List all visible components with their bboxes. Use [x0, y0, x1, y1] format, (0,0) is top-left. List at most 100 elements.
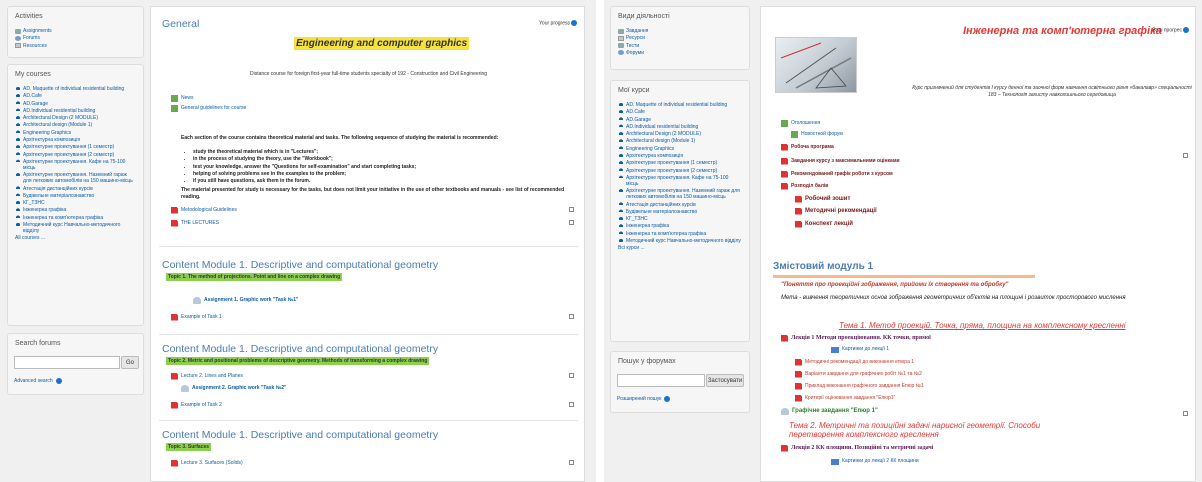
news-forum-link[interactable]: Новостной форум: [791, 130, 843, 138]
completion-checkbox[interactable]: [569, 373, 574, 378]
lectures-link[interactable]: THE LECTURES: [171, 219, 219, 227]
activity-resources[interactable]: Ресурси: [618, 35, 742, 41]
course-link[interactable]: Architectural Design (2 MODULE): [618, 131, 742, 137]
lecture-2-link[interactable]: Лекція 2 КК площини. Позиційні та метрич…: [781, 444, 933, 452]
course-link[interactable]: AD. Maquette of individual residential b…: [15, 86, 136, 92]
lecture-1-method-link[interactable]: Методичні рекомендації до виконання епюр…: [795, 358, 914, 366]
news-link[interactable]: News: [171, 94, 194, 102]
all-courses-link[interactable]: Всі курси ...: [618, 245, 742, 251]
course-link[interactable]: Будівельне матеріалознавство: [15, 193, 136, 199]
completion-checkbox[interactable]: [1183, 153, 1188, 158]
course-link[interactable]: Атестація дистанційних курсів: [618, 202, 742, 208]
lecture-1-link[interactable]: Лекція 1 Методи проекціювання. КК точки,…: [781, 334, 931, 342]
course-link[interactable]: Методичний курс Навчально-методичного ві…: [618, 238, 742, 244]
course-link[interactable]: Архітектурне проектування. Наземний гара…: [618, 188, 742, 200]
course-link[interactable]: Інженерна графіка: [15, 207, 136, 213]
program-link[interactable]: Робоча програма: [781, 143, 834, 151]
schedule-link[interactable]: Рекомендований графік роботи з курсом: [781, 170, 893, 178]
lecture-2-link[interactable]: Lecture 2. Lines and Planes: [171, 372, 243, 380]
course-link[interactable]: КГ_ТЗНС: [618, 216, 742, 222]
search-forums-title: Search forums: [15, 340, 61, 347]
methodological-guidelines-link[interactable]: Metodological Guidelines: [171, 206, 237, 214]
completion-checkbox[interactable]: [569, 220, 574, 225]
course-link[interactable]: Architectural design (Module 1): [15, 122, 136, 128]
workbook-link[interactable]: Робочий зошит: [795, 195, 850, 203]
activity-forums[interactable]: Forums: [15, 35, 136, 41]
lecture-2-images-link[interactable]: Картинки до лекції 2 КК площини: [831, 458, 919, 465]
announcements-link[interactable]: Оголошення: [781, 119, 820, 127]
example-task-2-link[interactable]: Example of Task 2: [171, 401, 222, 409]
help-icon[interactable]: [571, 20, 577, 26]
course-link[interactable]: AD. Maquette of individual residential b…: [618, 102, 742, 108]
search-go-button[interactable]: Go: [121, 356, 139, 369]
completion-checkbox[interactable]: [569, 402, 574, 407]
search-apply-button[interactable]: Застосувати: [706, 374, 744, 387]
course-link[interactable]: AD.Individual residential building: [15, 108, 136, 114]
course-link[interactable]: Архітектурне проектування (2 семестр): [15, 152, 136, 158]
assignment-1-link[interactable]: Assignment 1. Graphic work "Task №1": [193, 296, 298, 304]
graduation-cap-icon: [15, 152, 21, 158]
points-distribution-link[interactable]: Розподіл балів: [781, 182, 828, 190]
course-link[interactable]: Архітектурна композиція: [618, 153, 742, 159]
all-courses-link[interactable]: All courses ...: [15, 235, 136, 241]
completion-checkbox[interactable]: [1183, 411, 1188, 416]
search-forums-input[interactable]: [617, 374, 705, 387]
course-link[interactable]: Інженерна та комп'ютерна графіка: [618, 231, 742, 237]
example-task-1-link[interactable]: Example of Task 1: [171, 313, 222, 321]
activity-assignments[interactable]: Завдання: [618, 28, 742, 34]
advanced-search-link[interactable]: Advanced search: [14, 378, 62, 384]
lecture-1-variants-link[interactable]: Варіанти завдання для графічних робіт №1…: [795, 370, 922, 378]
graphic-task-1-link[interactable]: Графічне завдання "Епюр 1": [781, 407, 878, 415]
activity-assignments[interactable]: Assignments: [15, 28, 136, 34]
lecture-1-example-link[interactable]: Приклад виконання графічного завдання Еп…: [795, 382, 924, 390]
lecture-3-link[interactable]: Lecture 3. Surfaces (Solids): [171, 459, 243, 467]
course-link[interactable]: Архітектурне проектування (1 семестр): [15, 144, 136, 150]
completion-checkbox[interactable]: [569, 460, 574, 465]
guidelines-link[interactable]: General guidelines for course: [171, 104, 246, 112]
assignment-2-link[interactable]: Assignment 2. Graphic work "Task №2": [181, 384, 286, 392]
completion-checkbox[interactable]: [569, 207, 574, 212]
tasks-link[interactable]: Завдання курсу з максимальними оцінками: [781, 157, 900, 165]
activity-quizzes[interactable]: Тести: [618, 43, 742, 49]
course-link[interactable]: AD.Cafe: [618, 109, 742, 115]
lecture-notes-link[interactable]: Конспект лекцій: [795, 220, 853, 228]
lecture-1-criteria-link[interactable]: Критерії оцінювання завдання "Епюр1": [795, 394, 895, 402]
course-link[interactable]: AD.Garage: [15, 101, 136, 107]
course-link[interactable]: Інженерна графіка: [618, 223, 742, 229]
module-goal: Мета - вивчення теоретичних основ зображ…: [781, 295, 1126, 301]
course-link[interactable]: Architectural Design (2 MODULE): [15, 115, 136, 121]
help-icon[interactable]: [55, 378, 62, 384]
course-link[interactable]: Будівельне матеріалознавство: [618, 209, 742, 215]
graduation-cap-icon: [618, 216, 624, 222]
course-link[interactable]: Методичний курс Навчально-методичного ві…: [15, 222, 136, 234]
course-link[interactable]: Атестація дистанційних курсів: [15, 186, 136, 192]
course-link[interactable]: AD.Individual residential building: [618, 124, 742, 130]
course-link[interactable]: Архітектурне проектування. Кафе на 75-10…: [618, 175, 742, 187]
assignment-icon: [618, 28, 624, 34]
advanced-search-link[interactable]: Розширений пошук: [617, 396, 671, 402]
completion-checkbox[interactable]: [569, 314, 574, 319]
course-link[interactable]: Архітектурне проектування (1 семестр): [618, 160, 742, 166]
help-icon[interactable]: [664, 396, 671, 402]
course-link[interactable]: Engineering Graphics: [15, 130, 136, 136]
pdf-icon: [781, 143, 788, 151]
course-link[interactable]: Architectural design (Module 1): [618, 138, 742, 144]
section-general-title: General: [162, 18, 200, 30]
course-link[interactable]: Архітектурна композиція: [15, 137, 136, 143]
activity-forums[interactable]: Форуми: [618, 50, 742, 56]
course-link[interactable]: AD.Cafe: [15, 93, 136, 99]
activity-resources[interactable]: Resources: [15, 43, 136, 49]
course-link[interactable]: Архітектурне проектування. Наземний гара…: [15, 172, 136, 184]
course-link[interactable]: Engineering Graphics: [618, 146, 742, 152]
graduation-cap-icon: [15, 186, 21, 192]
graduation-cap-icon: [618, 168, 624, 174]
course-link[interactable]: Архітектурне проектування (2 семестр): [618, 168, 742, 174]
course-link[interactable]: Інженерна та комп'ютерна графіка: [15, 215, 136, 221]
lecture-1-images-link[interactable]: Картинки до лекції 1: [831, 346, 889, 353]
course-link[interactable]: Архітектурне проектування. Кафе на 75-10…: [15, 159, 136, 171]
method-recommendations-link[interactable]: Методичні рекомендації: [795, 207, 877, 215]
course-link[interactable]: КГ_ТЗНС: [15, 200, 136, 206]
course-link[interactable]: AD.Garage: [618, 117, 742, 123]
help-icon[interactable]: [1183, 27, 1189, 33]
search-forums-input[interactable]: [14, 356, 120, 369]
